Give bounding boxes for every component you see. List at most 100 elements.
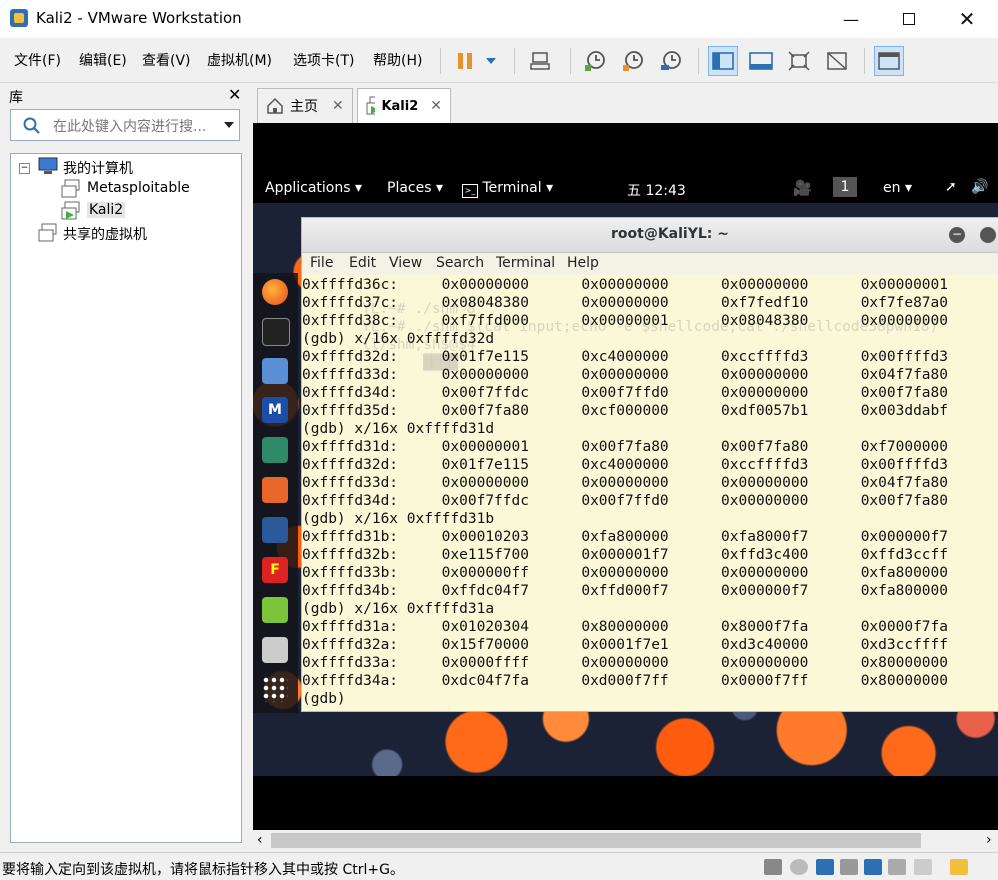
tree-item-shared-vms[interactable]: 共享的虚拟机 <box>63 224 147 244</box>
display-icon[interactable] <box>914 859 932 875</box>
fullscreen-icon[interactable] <box>784 46 814 76</box>
terminal-menu-file[interactable]: File <box>310 255 333 271</box>
show-library-icon[interactable] <box>708 46 738 76</box>
faraday-icon[interactable]: F <box>262 557 288 583</box>
network-icon[interactable]: ➚ <box>945 179 957 195</box>
scroll-right-icon[interactable]: › <box>986 832 992 848</box>
app-grid-icon[interactable] <box>262 676 288 702</box>
maximize-button[interactable] <box>880 0 938 38</box>
library-search-input[interactable]: 在此处键入内容进行搜... <box>10 109 240 141</box>
terminal-icon[interactable] <box>262 318 290 346</box>
close-button[interactable]: ✕ <box>938 0 996 38</box>
metasploit-icon[interactable]: M <box>262 397 288 423</box>
usb-icon[interactable] <box>864 859 882 875</box>
memory-dump-line: 0xffffd34d: 0x00f7ffdc 0x00f7ffd0 0x0000… <box>302 493 949 509</box>
printer-icon[interactable] <box>840 859 858 875</box>
terminal-menu-edit[interactable]: Edit <box>349 255 376 271</box>
close-icon[interactable]: ✕ <box>332 98 344 114</box>
kali-top-panel: Applications ▾ Places ▾ >_ Terminal ▾ 五 … <box>253 173 998 203</box>
memory-dump-line: 0xffffd36c: 0x00000000 0x00000000 0x0000… <box>302 277 949 293</box>
memory-dump-line: 0xffffd31b: 0x00010203 0xfa800000 0xfa80… <box>302 529 949 545</box>
memory-dump-line: 0xffffd35d: 0x00f7fa80 0xcf000000 0xdf00… <box>302 403 949 419</box>
scroll-left-icon[interactable]: ‹ <box>257 832 263 848</box>
send-ctrl-alt-del-icon[interactable] <box>525 46 555 76</box>
minimize-icon[interactable]: − <box>949 227 965 243</box>
console-view-icon[interactable] <box>874 46 904 76</box>
hard-disk-icon[interactable] <box>764 859 782 875</box>
message-icon[interactable] <box>950 859 968 875</box>
beef-icon[interactable] <box>262 517 288 543</box>
thumbnail-bar-icon[interactable] <box>746 46 776 76</box>
menu-vm[interactable]: 虚拟机(M) <box>207 50 272 70</box>
leafpad-icon[interactable] <box>262 597 288 623</box>
terminal-title: root@KaliYL: ~ <box>611 226 729 242</box>
sound-card-icon[interactable] <box>888 859 906 875</box>
terminal-menu-help[interactable]: Help <box>567 255 599 271</box>
menu-view[interactable]: 查看(V) <box>142 50 191 70</box>
collapse-toggle[interactable]: − <box>19 163 30 174</box>
vm-running-icon <box>366 96 376 115</box>
minimize-button[interactable]: — <box>822 0 880 38</box>
menu-file[interactable]: 文件(F) <box>14 50 61 70</box>
language-menu[interactable]: en ▾ <box>883 180 912 196</box>
menu-help[interactable]: 帮助(H) <box>373 50 422 70</box>
workspace-indicator[interactable]: 1 <box>833 177 857 197</box>
tab-kali2[interactable]: Kali2 ✕ <box>357 88 451 123</box>
horizontal-scrollbar[interactable]: ‹ › <box>253 830 998 852</box>
close-icon[interactable]: ✕ <box>228 85 241 104</box>
memory-dump-line: 0xffffd32d: 0x01f7e115 0xc4000000 0xccff… <box>302 457 949 473</box>
applications-menu[interactable]: Applications ▾ <box>265 180 362 196</box>
chevron-down-icon[interactable] <box>478 46 504 76</box>
status-text: 要将输入定向到该虚拟机，请将鼠标指针移入其中或按 Ctrl+G。 <box>2 862 404 878</box>
terminal-menu-search[interactable]: Search <box>436 255 484 271</box>
memory-dump-line: 0xffffd32b: 0xe115f700 0x000001f7 0xffd3… <box>302 547 949 563</box>
snapshot-manager-icon[interactable] <box>656 46 686 76</box>
terminal-output[interactable]: YL:~# ./shm 8 YL:~# ./shm $(cat input;ech… <box>302 276 998 710</box>
tree-item-kali2[interactable]: Kali2 <box>87 202 126 218</box>
terminal-lines: 0xffffd36c: 0x00000000 0x00000000 0x0000… <box>302 276 948 708</box>
volume-icon[interactable]: 🔊 <box>971 179 988 195</box>
memory-dump-line: 0xffffd34d: 0x00f7ffdc 0x00f7ffd0 0x0000… <box>302 385 949 401</box>
toolbar-separator <box>864 48 865 74</box>
files-icon[interactable] <box>262 358 288 384</box>
close-icon[interactable]: ✕ <box>430 98 442 114</box>
shared-vm-icon <box>38 223 57 242</box>
revert-snapshot-icon[interactable] <box>618 46 648 76</box>
camera-icon[interactable]: 🎥 <box>793 179 812 197</box>
firefox-icon[interactable] <box>262 279 288 305</box>
network-adapter-icon[interactable] <box>816 859 834 875</box>
terminal-menu-view[interactable]: View <box>389 255 422 271</box>
armitage-icon[interactable] <box>262 437 288 463</box>
search-placeholder: 在此处键入内容进行搜... <box>53 119 207 135</box>
scroll-thumb[interactable] <box>271 833 921 848</box>
memory-dump-line: 0xffffd33d: 0x00000000 0x00000000 0x0000… <box>302 475 949 491</box>
terminal-window[interactable]: root@KaliYL: ~ − File Edit View Search T… <box>302 218 998 711</box>
cd-rom-icon[interactable] <box>790 859 808 875</box>
pause-icon[interactable] <box>450 46 480 76</box>
keyboard-icon[interactable] <box>262 637 288 663</box>
vm-console[interactable]: Applications ▾ Places ▾ >_ Terminal ▾ 五 … <box>253 123 998 830</box>
menu-edit[interactable]: 编辑(E) <box>79 50 127 70</box>
menu-tabs[interactable]: 选项卡(T) <box>293 50 354 70</box>
tree-item-metasploitable[interactable]: Metasploitable <box>87 180 190 196</box>
tree-item-my-computer[interactable]: 我的计算机 <box>63 158 133 178</box>
vmware-logo-icon <box>10 9 28 27</box>
chevron-down-icon[interactable] <box>223 121 235 129</box>
places-menu[interactable]: Places ▾ <box>387 180 443 196</box>
gdb-prompt-line: (gdb) <box>302 691 346 707</box>
tab-kali2-label: Kali2 <box>381 98 419 114</box>
snapshot-icon[interactable] <box>580 46 610 76</box>
tab-home[interactable]: 主页 ✕ <box>257 88 353 123</box>
unity-mode-icon[interactable] <box>822 46 852 76</box>
burpsuite-icon[interactable] <box>262 477 288 503</box>
memory-dump-line: 0xffffd31a: 0x01020304 0x80000000 0x8000… <box>302 619 949 635</box>
library-panel: 库 ✕ 在此处键入内容进行搜... − 我的计算机 Metasploitable… <box>0 83 251 857</box>
maximize-icon[interactable] <box>980 227 996 243</box>
gdb-prompt-line: (gdb) x/16x 0xffffd31b <box>302 511 495 527</box>
computer-icon <box>38 157 58 174</box>
terminal-app-menu[interactable]: >_ Terminal ▾ <box>462 180 553 198</box>
terminal-menu-terminal[interactable]: Terminal <box>496 255 555 271</box>
status-bar: 要将输入定向到该虚拟机，请将鼠标指针移入其中或按 Ctrl+G。 <box>0 852 998 880</box>
clock[interactable]: 五 12:43 <box>627 180 686 200</box>
terminal-titlebar[interactable]: root@KaliYL: ~ − <box>302 218 998 253</box>
